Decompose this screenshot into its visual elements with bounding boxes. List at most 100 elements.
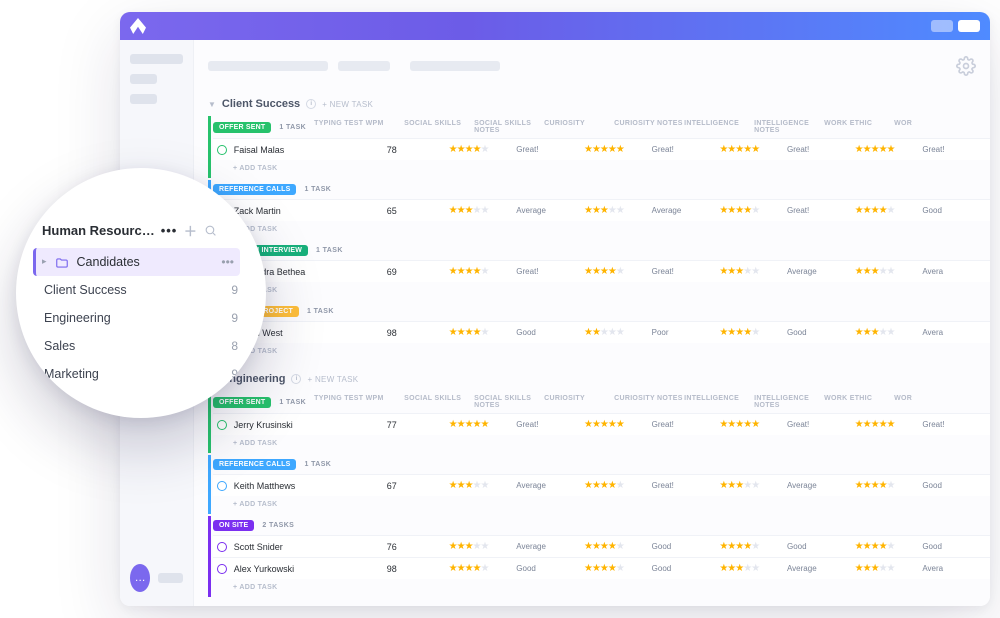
rating-cell[interactable]: ★★★★★ — [855, 480, 923, 491]
rating-cell[interactable]: ★★★★★ — [449, 419, 517, 430]
table-row[interactable]: Keith Matthews67★★★★★Average★★★★★Great!★… — [213, 474, 990, 496]
more-icon[interactable]: ••• — [161, 223, 178, 238]
chevron-down-icon[interactable]: ▼ — [208, 100, 216, 109]
rating-cell[interactable]: ★★★★★ — [584, 327, 652, 338]
group-task-count: 1 TASK — [279, 124, 306, 131]
candidate-name[interactable]: Alex Yurkowski — [234, 564, 379, 574]
status-ring-icon[interactable] — [217, 564, 227, 574]
rating-cell[interactable]: ★★★★★ — [449, 563, 517, 574]
wpm-cell: 69 — [379, 267, 449, 277]
status-ring-icon[interactable] — [217, 145, 227, 155]
table-row[interactable]: Scott Snider76★★★★★Average★★★★★Good★★★★★… — [213, 535, 990, 557]
status-pill[interactable]: REFERENCE CALLS — [213, 184, 296, 195]
add-task-button[interactable]: + ADD TASK — [213, 343, 990, 361]
column-header: WORK ETHIC — [824, 395, 894, 409]
rating-cell[interactable]: ★★★★★ — [584, 563, 652, 574]
rating-cell[interactable]: ★★★★★ — [719, 327, 787, 338]
sidebar-zoom-popover: Human Resourc… ••• ＋ ▸Candidates•••Clien… — [16, 168, 266, 418]
candidate-name[interactable]: Zack Martin — [234, 206, 379, 216]
add-task-button[interactable]: + ADD TASK — [213, 221, 990, 239]
status-pill[interactable]: REFERENCE CALLS — [213, 459, 296, 470]
rating-cell[interactable]: ★★★★★ — [855, 563, 923, 574]
rating-cell[interactable]: ★★★★★ — [584, 541, 652, 552]
candidate-name[interactable]: Faisal Malas — [234, 145, 379, 155]
notes-cell: Good — [787, 542, 855, 551]
rating-cell[interactable]: ★★★★★ — [719, 480, 787, 491]
status-ring-icon[interactable] — [217, 420, 227, 430]
rating-cell[interactable]: ★★★★★ — [584, 480, 652, 491]
rating-cell[interactable]: ★★★★★ — [855, 419, 923, 430]
add-task-button[interactable]: + ADD TASK — [213, 160, 990, 178]
rating-cell[interactable]: ★★★★★ — [855, 266, 923, 277]
candidate-name[interactable]: Keith Matthews — [234, 481, 379, 491]
column-header: CURIOSITY — [544, 395, 614, 409]
table-row[interactable]: Brandi West98★★★★★Good★★★★★Poor★★★★★Good… — [213, 321, 990, 343]
chat-icon[interactable] — [130, 564, 150, 592]
plus-icon[interactable]: ＋ — [183, 223, 197, 237]
notes-cell: Great! — [787, 206, 855, 215]
notes-cell: Good — [516, 564, 584, 573]
table-row[interactable]: Alexandra Bethea69★★★★★Great!★★★★★Great!… — [213, 260, 990, 282]
rating-cell[interactable]: ★★★★★ — [584, 419, 652, 430]
rating-cell[interactable]: ★★★★★ — [719, 541, 787, 552]
sidebar-item-label: Marketing — [44, 367, 99, 381]
window-minimize-button[interactable] — [931, 20, 953, 32]
sidebar-item-engineering[interactable]: Engineering9 — [42, 304, 240, 332]
rating-cell[interactable]: ★★★★★ — [449, 266, 517, 277]
rating-cell[interactable]: ★★★★★ — [855, 144, 923, 155]
window-maximize-button[interactable] — [958, 20, 980, 32]
rating-cell[interactable]: ★★★★★ — [449, 327, 517, 338]
table-row[interactable]: Jerry Krusinski77★★★★★Great!★★★★★Great!★… — [213, 413, 990, 435]
rating-cell[interactable]: ★★★★★ — [449, 480, 517, 491]
sidebar-placeholder — [130, 54, 183, 64]
rating-cell[interactable]: ★★★★★ — [584, 144, 652, 155]
info-icon[interactable]: i — [306, 99, 316, 109]
sidebar-item-client-success[interactable]: Client Success9 — [42, 276, 240, 304]
wpm-cell: 65 — [379, 206, 449, 216]
status-pill[interactable]: OFFER SENT — [213, 397, 271, 408]
status-pill[interactable]: ON SITE — [213, 520, 254, 531]
search-icon[interactable] — [203, 223, 217, 237]
rating-cell[interactable]: ★★★★★ — [719, 266, 787, 277]
column-header: SOCIAL SKILLS — [404, 120, 474, 134]
gear-icon[interactable] — [956, 56, 976, 76]
rating-cell[interactable]: ★★★★★ — [719, 144, 787, 155]
rating-cell[interactable]: ★★★★★ — [719, 205, 787, 216]
rating-cell[interactable]: ★★★★★ — [719, 563, 787, 574]
rating-cell[interactable]: ★★★★★ — [855, 327, 923, 338]
status-pill[interactable]: OFFER SENT — [213, 122, 271, 133]
sidebar-placeholder — [158, 573, 183, 583]
rating-cell[interactable]: ★★★★★ — [449, 205, 517, 216]
sidebar-placeholder — [130, 74, 157, 84]
rating-cell[interactable]: ★★★★★ — [449, 541, 517, 552]
clickup-logo-icon — [130, 18, 146, 34]
wpm-cell: 67 — [379, 481, 449, 491]
sidebar-item-candidates[interactable]: ▸Candidates••• — [33, 248, 240, 276]
rating-cell[interactable]: ★★★★★ — [449, 144, 517, 155]
candidate-name[interactable]: Jerry Krusinski — [234, 420, 379, 430]
add-task-button[interactable]: + ADD TASK — [213, 282, 990, 300]
table-row[interactable]: Zack Martin65★★★★★Average★★★★★Average★★★… — [213, 199, 990, 221]
status-ring-icon[interactable] — [217, 542, 227, 552]
rating-cell[interactable]: ★★★★★ — [584, 205, 652, 216]
sidebar-item-marketing[interactable]: Marketing9 — [42, 360, 240, 388]
rating-cell[interactable]: ★★★★★ — [584, 266, 652, 277]
status-ring-icon[interactable] — [217, 481, 227, 491]
rating-cell[interactable]: ★★★★★ — [855, 541, 923, 552]
column-header: WOR — [894, 120, 964, 134]
notes-cell: Poor — [652, 328, 720, 337]
sidebar-item-sales[interactable]: Sales8 — [42, 332, 240, 360]
new-task-button[interactable]: + NEW TASK — [307, 375, 358, 384]
info-icon[interactable]: i — [291, 374, 301, 384]
sidebar-item-count: 8 — [231, 339, 238, 353]
rating-cell[interactable]: ★★★★★ — [719, 419, 787, 430]
new-task-button[interactable]: + NEW TASK — [322, 100, 373, 109]
rating-cell[interactable]: ★★★★★ — [855, 205, 923, 216]
add-task-button[interactable]: + ADD TASK — [213, 435, 990, 453]
table-row[interactable]: Faisal Malas78★★★★★Great!★★★★★Great!★★★★… — [213, 138, 990, 160]
add-task-button[interactable]: + ADD TASK — [213, 579, 990, 597]
notes-cell: Great! — [516, 145, 584, 154]
add-task-button[interactable]: + ADD TASK — [213, 496, 990, 514]
table-row[interactable]: Alex Yurkowski98★★★★★Good★★★★★Good★★★★★A… — [213, 557, 990, 579]
candidate-name[interactable]: Scott Snider — [234, 542, 379, 552]
